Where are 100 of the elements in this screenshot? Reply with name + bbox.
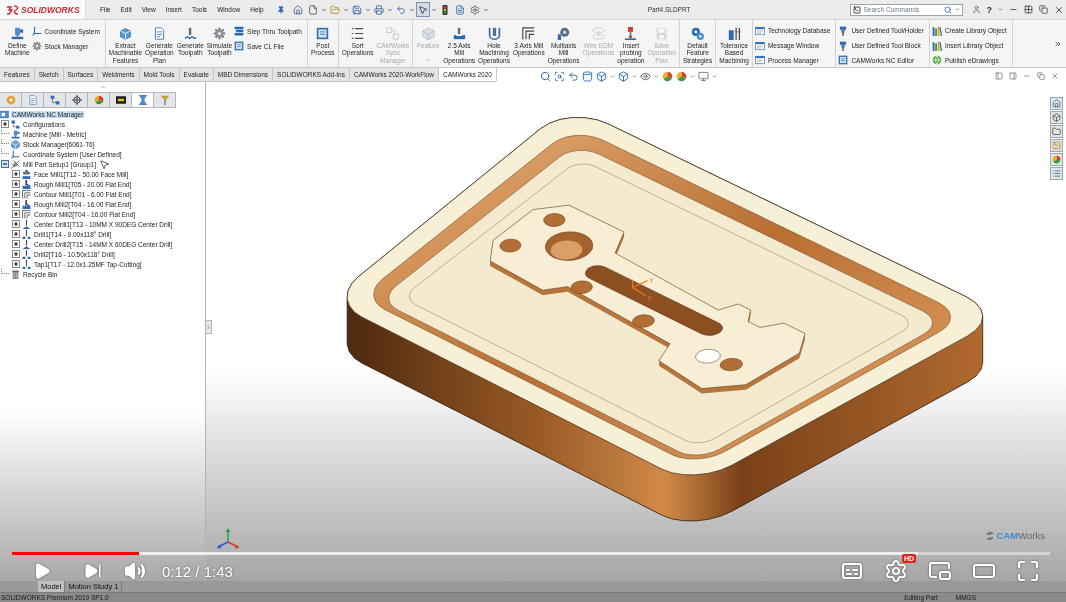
caret-icon[interactable] xyxy=(386,6,393,13)
library-icon xyxy=(931,40,942,51)
volume-icon[interactable] xyxy=(124,560,146,582)
contour-icon xyxy=(22,209,31,219)
folder-icon[interactable] xyxy=(1050,125,1063,138)
pointer-button[interactable] xyxy=(415,2,430,17)
expand-icon[interactable] xyxy=(12,250,20,258)
chevrons-right-icon[interactable] xyxy=(1054,39,1062,48)
caret-icon[interactable] xyxy=(954,7,960,12)
next-icon[interactable] xyxy=(84,562,102,580)
stacked-bars-icon xyxy=(234,26,245,36)
logo-mark-icon xyxy=(6,4,19,15)
expand-icon[interactable] xyxy=(12,170,20,178)
cube-icon[interactable] xyxy=(618,70,629,82)
caret-icon[interactable] xyxy=(654,73,659,79)
rough-mill-icon xyxy=(22,179,31,189)
caret-icon[interactable] xyxy=(320,6,327,13)
panel-tab[interactable] xyxy=(110,92,132,108)
contour-icon xyxy=(22,189,31,199)
drill-icon xyxy=(22,229,31,239)
terminal-icon[interactable] xyxy=(852,5,861,14)
expand-icon[interactable] xyxy=(1,120,9,128)
caret-icon[interactable] xyxy=(998,7,1003,12)
expand-icon[interactable] xyxy=(12,240,20,248)
help-button[interactable]: ? xyxy=(986,4,992,15)
grid-icon[interactable] xyxy=(1024,5,1033,14)
restore-icon[interactable] xyxy=(1037,72,1045,80)
axes-icon xyxy=(31,26,42,36)
drill-icon xyxy=(22,249,31,259)
caret-icon[interactable] xyxy=(342,6,349,13)
caret-icon[interactable] xyxy=(430,6,437,13)
caret-icon[interactable] xyxy=(610,73,615,79)
hole-icon xyxy=(487,27,501,40)
picture-in-picture-icon[interactable] xyxy=(928,559,952,583)
fullscreen-icon[interactable] xyxy=(1016,559,1040,583)
caret-icon[interactable] xyxy=(712,73,717,79)
restore-icon[interactable] xyxy=(1039,5,1048,14)
monitor-icon[interactable] xyxy=(698,70,709,82)
tool-holder-icon xyxy=(838,40,849,51)
play-icon[interactable] xyxy=(33,562,51,580)
color-ball-icon[interactable] xyxy=(662,70,673,82)
chevron-up-icon[interactable] xyxy=(99,84,106,90)
close-icon[interactable] xyxy=(1054,4,1064,15)
save-icon xyxy=(655,27,669,40)
panel-right-icon[interactable] xyxy=(1009,72,1017,80)
caret-icon[interactable] xyxy=(364,6,371,13)
user-icon[interactable] xyxy=(971,5,981,14)
list-icon[interactable] xyxy=(1050,167,1063,180)
framed-document-icon xyxy=(838,55,849,66)
square-panel-icon xyxy=(0,109,9,119)
color-ball-icon xyxy=(93,95,104,105)
framed-magnifier-icon[interactable] xyxy=(554,70,565,82)
printer-icon xyxy=(373,4,384,15)
cube-icon[interactable] xyxy=(596,70,607,82)
ring-icon xyxy=(5,95,16,105)
color-ball-icon[interactable] xyxy=(676,70,687,82)
pin-icon[interactable] xyxy=(276,5,285,14)
settings-icon[interactable] xyxy=(884,559,908,583)
framed-document-icon xyxy=(316,27,330,40)
gears-icon xyxy=(691,27,705,40)
center-drill-icon xyxy=(22,219,31,229)
image-icon[interactable] xyxy=(1050,139,1063,152)
gauge-bars-icon xyxy=(727,27,741,40)
caret-icon[interactable] xyxy=(690,73,695,79)
home-icon[interactable] xyxy=(1050,97,1063,110)
machine-icon xyxy=(10,27,24,40)
magnifier-icon[interactable] xyxy=(540,70,551,82)
tool-head-icon xyxy=(557,27,571,40)
drill-icon xyxy=(22,259,31,269)
expand-icon[interactable] xyxy=(12,260,20,268)
stock-block-icon xyxy=(11,139,20,149)
library-icon xyxy=(931,25,942,36)
document-icon xyxy=(27,95,38,105)
search-icon[interactable] xyxy=(943,5,952,14)
undo-arrow-icon[interactable] xyxy=(568,70,579,82)
expand-icon[interactable] xyxy=(12,220,20,228)
collapse-icon[interactable] xyxy=(1,160,9,168)
caret-icon[interactable] xyxy=(632,73,637,79)
eye-icon[interactable] xyxy=(640,70,651,82)
cube-icon[interactable] xyxy=(1050,111,1063,124)
probe-icon xyxy=(624,27,638,40)
caret-icon[interactable] xyxy=(482,6,489,13)
printer-button[interactable] xyxy=(371,2,386,17)
caret-icon[interactable] xyxy=(408,6,415,13)
document-icon xyxy=(152,27,166,40)
center-drill-icon xyxy=(22,239,31,249)
panel-left-icon[interactable] xyxy=(995,72,1003,80)
home-icon xyxy=(292,4,303,15)
swirl-logo-icon xyxy=(984,530,995,541)
linked-squares-icon xyxy=(386,27,400,40)
expand-icon[interactable] xyxy=(12,230,20,238)
new-document-icon xyxy=(307,4,318,15)
contour-icon xyxy=(522,27,536,40)
expand-icon[interactable] xyxy=(12,210,20,218)
expand-icon[interactable] xyxy=(12,180,20,188)
expand-icon[interactable] xyxy=(12,200,20,208)
axes-icon xyxy=(11,149,20,159)
close-icon[interactable] xyxy=(1051,72,1059,80)
cylinder-icon[interactable] xyxy=(582,70,593,82)
expand-icon[interactable] xyxy=(12,190,20,198)
